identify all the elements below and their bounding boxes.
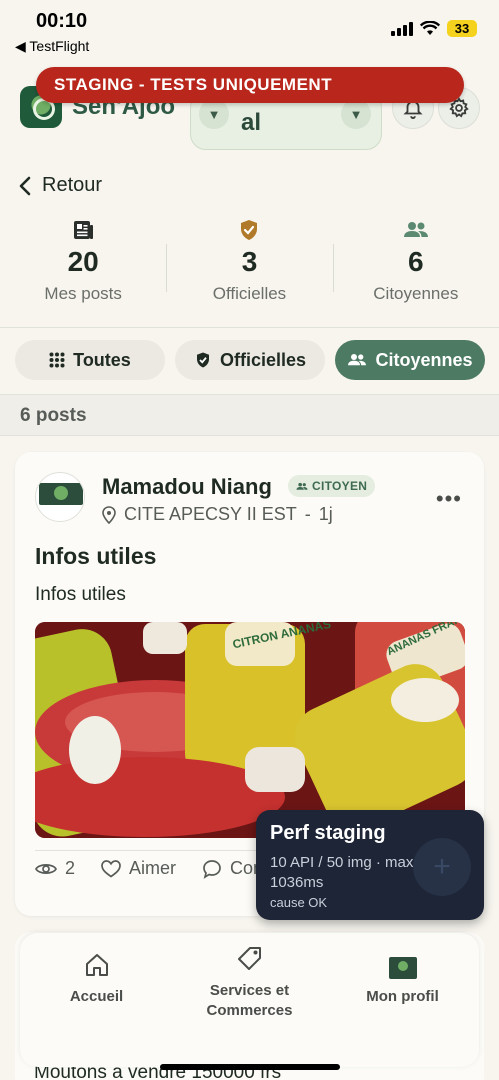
- separator: -: [304, 504, 311, 524]
- stat-my-posts: 20 Mes posts: [0, 218, 166, 328]
- post-body: Infos utiles: [35, 584, 126, 605]
- juice-bottles-photo: CITRON ANANAS ANANAS FRAISE: [35, 622, 465, 838]
- back-label: Retour: [42, 174, 103, 196]
- filter-chips: Toutes Officielles Citoyennes: [15, 340, 485, 380]
- heart-icon: [101, 859, 121, 878]
- eye-icon: [35, 863, 57, 874]
- app-header: Sen'Ajoo ▼ al ▼ STAGING - TESTS UNIQUEME…: [0, 60, 499, 160]
- stat-label: Mes posts: [44, 284, 122, 303]
- wifi-icon: [420, 21, 440, 35]
- perf-toast[interactable]: Perf staging 10 API / 50 img · max 1036m…: [256, 810, 484, 920]
- grid-icon: [49, 352, 65, 368]
- people-icon: [403, 222, 428, 237]
- location-pin-icon: [102, 505, 116, 524]
- stat-official: 3 Officielles: [166, 218, 332, 328]
- post-age: 1j: [318, 504, 333, 524]
- badge-label: CITOYEN: [312, 479, 368, 493]
- comment-icon: [203, 859, 221, 879]
- bottom-navigation: Accueil Services et Commerces Mon profil: [20, 933, 479, 1067]
- filter-chip-citizen[interactable]: Citoyennes: [335, 340, 485, 380]
- home-indicator: [160, 1064, 340, 1070]
- stat-label: Officielles: [212, 284, 287, 303]
- nav-home[interactable]: Accueil: [20, 933, 173, 1067]
- posts-count: 6 posts: [20, 405, 87, 426]
- citizen-badge: CITOYEN: [288, 475, 376, 497]
- battery-indicator: 33: [447, 20, 477, 37]
- more-options-icon[interactable]: •••: [436, 486, 462, 512]
- views-value: 2: [65, 858, 76, 878]
- filter-chip-label: Officielles: [219, 349, 307, 370]
- verified-shield-icon: [241, 220, 258, 240]
- plus-icon: +: [413, 838, 471, 896]
- location-text: al: [241, 109, 262, 136]
- filter-chip-official[interactable]: Officielles: [175, 340, 325, 380]
- post-location: CITE APECSY II EST - 1j: [102, 504, 333, 525]
- stats-row: 20 Mes posts 3 Officielles 6 Citoyennes: [0, 218, 499, 328]
- nav-services[interactable]: Services et Commerces: [173, 933, 326, 1067]
- nav-profile[interactable]: Mon profil: [326, 933, 479, 1067]
- views-count: 2: [35, 858, 75, 879]
- post-title: Infos utiles: [35, 543, 157, 569]
- staging-banner: STAGING - TESTS UNIQUEMENT: [36, 67, 464, 103]
- stat-value: 6: [408, 246, 424, 277]
- people-icon: [296, 482, 308, 490]
- chevron-down-icon[interactable]: ▼: [341, 99, 371, 129]
- avatar[interactable]: [35, 472, 85, 522]
- chevron-left-icon: [19, 176, 31, 195]
- like-label: Aimer: [129, 858, 177, 878]
- divider: [0, 327, 499, 328]
- shield-check-icon: [196, 352, 209, 368]
- posts-count-bar: 6 posts: [0, 394, 499, 436]
- location-name: CITE APECSY II EST: [124, 504, 297, 524]
- stat-value: 3: [241, 246, 258, 277]
- nav-label: Services et Commerces: [206, 982, 293, 1019]
- stat-citizen: 6 Citoyennes: [332, 218, 499, 328]
- filter-chip-label: Toutes: [73, 349, 131, 370]
- chevron-down-icon[interactable]: ▼: [199, 99, 229, 129]
- filter-chip-all[interactable]: Toutes: [15, 340, 165, 380]
- filter-chip-label: Citoyennes: [375, 349, 473, 370]
- status-icons: 33: [391, 20, 477, 37]
- post-image[interactable]: CITRON ANANAS ANANAS FRAISE: [35, 622, 465, 838]
- home-icon: [85, 954, 108, 976]
- stat-label: Citoyennes: [373, 284, 459, 303]
- perf-cause: cause OK: [270, 895, 328, 910]
- people-icon: [348, 354, 367, 366]
- status-time: 00:10: [36, 10, 88, 32]
- stat-value: 20: [67, 246, 99, 277]
- back-button[interactable]: Retour: [18, 174, 102, 197]
- post-author[interactable]: Mamadou Niang: [102, 474, 272, 500]
- profile-thumbnail: [388, 957, 417, 979]
- status-bar: 00:10 ◀ TestFlight 33: [0, 0, 499, 58]
- tag-icon: [237, 947, 261, 970]
- nav-label: Accueil: [69, 988, 124, 1005]
- newspaper-icon: [74, 221, 94, 239]
- cellular-signal-icon: [391, 21, 413, 36]
- like-button[interactable]: Aimer: [101, 858, 176, 879]
- nav-label: Mon profil: [366, 988, 439, 1005]
- testflight-back-link[interactable]: ◀ TestFlight: [15, 38, 89, 55]
